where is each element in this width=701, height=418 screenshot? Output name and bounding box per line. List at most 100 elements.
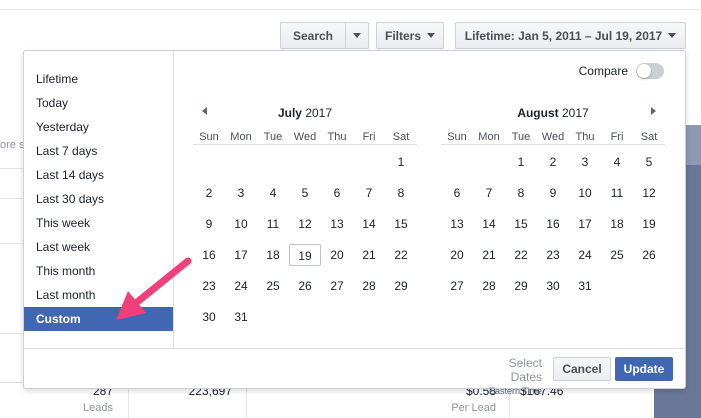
weekday-label: Thu	[327, 131, 347, 143]
day-cell[interactable]: 2	[193, 182, 225, 204]
preset-last-week[interactable]: Last week	[24, 235, 173, 259]
day-cell[interactable]: 1	[385, 151, 417, 173]
day-cell[interactable]: 11	[257, 213, 289, 235]
preset-last-14-days[interactable]: Last 14 days	[24, 163, 173, 187]
date-picker-dropdown: Lifetime Today Yesterday Last 7 days Last 14…	[23, 50, 686, 396]
day-cell[interactable]: 13	[441, 213, 473, 235]
day-cell[interactable]: 8	[385, 182, 417, 204]
day-cell[interactable]: 22	[385, 244, 417, 266]
day-cell[interactable]: 28	[353, 275, 385, 297]
preset-today[interactable]: Today	[24, 91, 173, 115]
day-cell[interactable]: 13	[321, 213, 353, 235]
day-cell[interactable]: 6	[321, 182, 353, 204]
day-cell[interactable]: 29	[505, 275, 537, 297]
day-cell[interactable]: 28	[473, 275, 505, 297]
day-cell[interactable]: 17	[225, 244, 257, 266]
day-cell[interactable]: 30	[537, 275, 569, 297]
weekday-label: Mon	[230, 131, 252, 143]
weekday-label: Sat	[392, 131, 410, 143]
day-cell[interactable]: 23	[537, 244, 569, 266]
day-cell[interactable]: 10	[569, 182, 601, 204]
day-cell[interactable]: 2	[537, 151, 569, 173]
day-cell[interactable]: 4	[601, 151, 633, 173]
preset-this-month[interactable]: This month	[24, 259, 173, 283]
weekday-label: Sun	[447, 131, 467, 143]
update-button[interactable]: Update	[615, 357, 673, 381]
day-cell[interactable]: 21	[353, 244, 385, 266]
preset-list: Lifetime Today Yesterday Last 7 days Last 14…	[24, 67, 173, 331]
day-cell[interactable]: 7	[473, 182, 505, 204]
weekday-label: Fri	[610, 131, 624, 143]
search-dropdown-toggle[interactable]	[345, 22, 369, 49]
weekday-label: Tue	[263, 131, 283, 143]
day-cell[interactable]: 20	[441, 244, 473, 266]
day-cell[interactable]: 12	[633, 182, 665, 204]
preset-this-week[interactable]: This week	[24, 211, 173, 235]
day-cell[interactable]: 14	[473, 213, 505, 235]
day-cell[interactable]: 21	[473, 244, 505, 266]
day-cell[interactable]: 31	[225, 306, 257, 328]
day-cell[interactable]: 10	[225, 213, 257, 235]
day-cell[interactable]: 5	[633, 151, 665, 173]
day-cell[interactable]: 12	[289, 213, 321, 235]
day-cell[interactable]: 26	[633, 244, 665, 266]
left-background-panel	[0, 78, 24, 418]
day-cell[interactable]: 16	[537, 213, 569, 235]
compare-control: Compare	[579, 63, 664, 79]
day-cell[interactable]: 3	[225, 182, 257, 204]
calendar-july: July 2017 Sun Mon Tue Wed Thu Fri Sat 1 2 3 4 5 6 7 8 9 1…	[193, 105, 417, 324]
day-cell[interactable]: 6	[441, 182, 473, 204]
timezone-text: Eastern Time	[488, 386, 542, 396]
preset-lifetime[interactable]: Lifetime	[24, 67, 173, 91]
day-cell[interactable]: 19	[633, 213, 665, 235]
day-cell[interactable]: 18	[257, 244, 289, 266]
day-cell[interactable]: 15	[505, 213, 537, 235]
day-cell[interactable]: 7	[353, 182, 385, 204]
day-cell[interactable]: 31	[569, 275, 601, 297]
chevron-down-icon	[668, 33, 677, 38]
day-cell[interactable]: 22	[505, 244, 537, 266]
day-cell[interactable]: 5	[289, 182, 321, 204]
toggle-knob	[637, 64, 651, 78]
day-cell[interactable]: 15	[385, 213, 417, 235]
search-button[interactable]: Search	[280, 22, 346, 49]
bg-row-divider	[0, 168, 24, 169]
preset-custom[interactable]: Custom	[24, 307, 173, 331]
day-cell[interactable]: 25	[601, 244, 633, 266]
month-title: July 2017	[277, 106, 333, 120]
day-cell[interactable]: 27	[441, 275, 473, 297]
day-cell[interactable]: 14	[353, 213, 385, 235]
day-cell[interactable]: 23	[193, 275, 225, 297]
preset-last-month[interactable]: Last month	[24, 283, 173, 307]
date-range-button[interactable]: Lifetime: Jan 5, 2011 – Jul 19, 2017	[455, 22, 686, 49]
calendar-august: August 2017 Sun Mon Tue Wed Thu Fri Sat 1 2 3 4 5 6 7 8…	[441, 105, 665, 293]
day-cell[interactable]: 20	[321, 244, 353, 266]
day-cell[interactable]: 17	[569, 213, 601, 235]
day-cell[interactable]: 30	[193, 306, 225, 328]
day-cell[interactable]: 16	[193, 244, 225, 266]
cancel-button[interactable]: Cancel	[553, 357, 611, 381]
day-cell[interactable]: 24	[569, 244, 601, 266]
day-cell[interactable]: 29	[385, 275, 417, 297]
day-cell[interactable]: 27	[321, 275, 353, 297]
preset-last-7-days[interactable]: Last 7 days	[24, 139, 173, 163]
day-cell[interactable]: 18	[601, 213, 633, 235]
day-cell[interactable]: 9	[537, 182, 569, 204]
preset-last-30-days[interactable]: Last 30 days	[24, 187, 173, 211]
day-cell[interactable]: 26	[289, 275, 321, 297]
day-cell[interactable]: 25	[257, 275, 289, 297]
day-cell[interactable]: 4	[257, 182, 289, 204]
day-cell[interactable]: 1	[505, 151, 537, 173]
preset-yesterday[interactable]: Yesterday	[24, 115, 173, 139]
compare-toggle[interactable]	[636, 63, 664, 79]
panel-divider-vertical	[173, 51, 174, 348]
filters-button[interactable]: Filters	[376, 22, 444, 49]
day-cell[interactable]: 11	[601, 182, 633, 204]
day-cell[interactable]: 24	[225, 275, 257, 297]
weekday-label: Tue	[511, 131, 531, 143]
weekday-label: Fri	[362, 131, 376, 143]
day-cell[interactable]: 3	[569, 151, 601, 173]
day-cell[interactable]: 8	[505, 182, 537, 204]
day-cell[interactable]: 9	[193, 213, 225, 235]
day-cell[interactable]: 19	[289, 244, 321, 266]
